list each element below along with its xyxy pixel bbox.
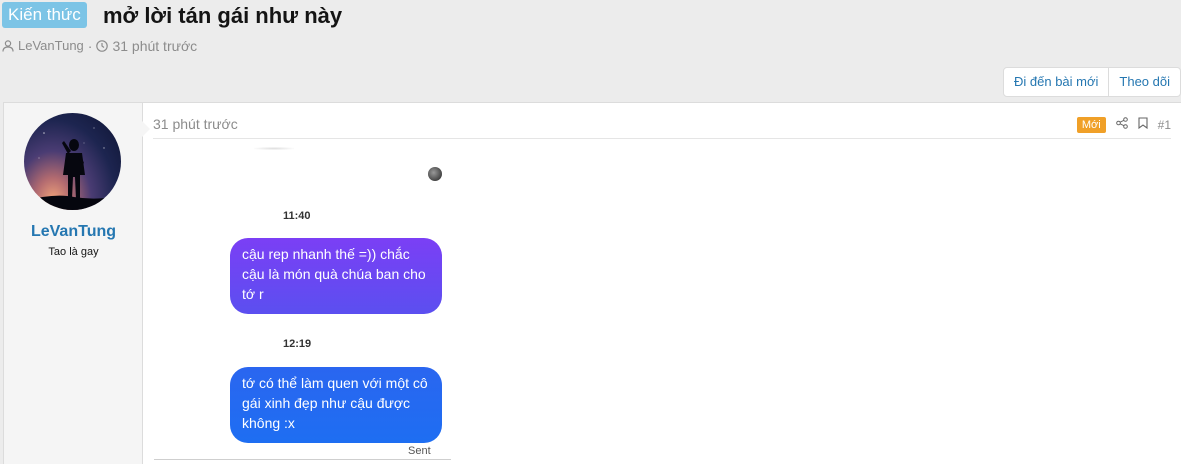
- post-header: 31 phút trước Mới #1: [153, 113, 1171, 139]
- chat-message-bubble: cậu rep nhanh thế =)) chắc cậu là món qu…: [230, 238, 442, 314]
- chat-message-bubble: tớ có thể làm quen với một cô gái xinh đ…: [230, 367, 442, 443]
- share-icon[interactable]: [1115, 116, 1128, 134]
- post-actions: Mới #1: [1076, 116, 1171, 134]
- post-time[interactable]: 31 phút trước: [153, 116, 238, 132]
- user-icon: [2, 40, 14, 52]
- chat-sent-status: Sent: [408, 445, 431, 457]
- clock-icon: [96, 40, 109, 52]
- follow-button[interactable]: Theo dõi: [1108, 68, 1180, 96]
- go-to-new-post-button[interactable]: Đi đến bài mới: [1004, 68, 1108, 96]
- thread-time[interactable]: 31 phút trước: [112, 38, 197, 54]
- post: LeVanTung Tao là gay 31 phút trước Mới #…: [3, 102, 1181, 464]
- thread-header: Kiến thức mở lời tán gái như này LeVanTu…: [0, 0, 1181, 100]
- user-title: Tao là gay: [48, 246, 99, 258]
- post-username[interactable]: LeVanTung: [4, 222, 143, 242]
- bookmark-icon[interactable]: [1138, 116, 1148, 134]
- post-number-link[interactable]: #1: [1158, 118, 1171, 132]
- chat-top-fade: [254, 147, 294, 150]
- chat-timestamp: 12:19: [283, 338, 312, 350]
- thread-prefix-badge[interactable]: Kiến thức: [2, 2, 87, 28]
- chat-screenshot: 11:40 cậu rep nhanh thế =)) chắc cậu là …: [154, 143, 451, 461]
- avatar[interactable]: [24, 113, 121, 210]
- thread-author-link[interactable]: LeVanTung: [18, 38, 84, 54]
- chat-timestamp: 11:40: [283, 210, 311, 222]
- meta-separator: ·: [87, 38, 93, 54]
- thread-title: mở lời tán gái như này: [103, 3, 343, 28]
- chat-contact-avatar: [428, 167, 442, 181]
- post-main: 31 phút trước Mới #1 11:40 cậu rep nhanh…: [144, 103, 1181, 464]
- chat-bottom-divider: [154, 459, 451, 460]
- thread-action-bar: Đi đến bài mới Theo dõi: [1003, 67, 1181, 97]
- new-badge: Mới: [1076, 117, 1106, 133]
- thread-meta: LeVanTung · 31 phút trước: [2, 38, 197, 54]
- post-user-cell: LeVanTung Tao là gay: [4, 103, 150, 464]
